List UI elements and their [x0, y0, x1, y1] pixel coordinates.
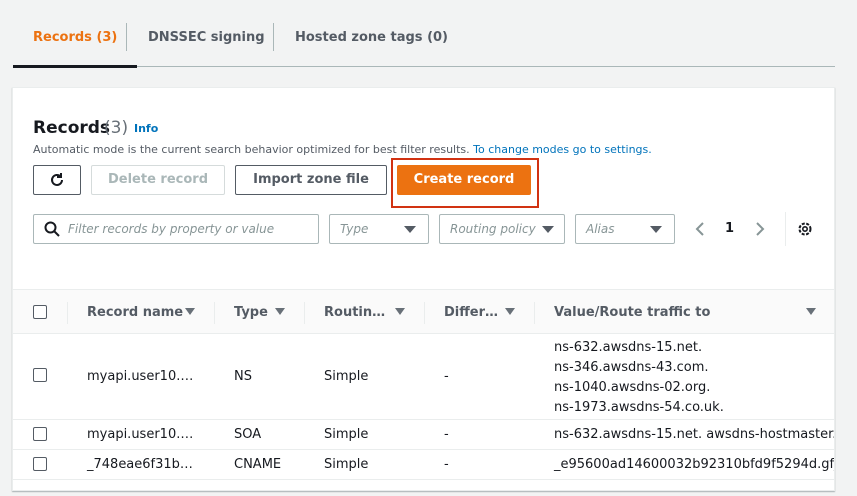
sort-icon[interactable]: [806, 308, 816, 315]
table-row[interactable]: myapi.user10.… NS Simple - ns-632.awsdns…: [13, 335, 834, 420]
column-divider: [67, 302, 68, 324]
column-type[interactable]: Type: [234, 305, 268, 320]
tab-dnssec-signing[interactable]: DNSSEC signing: [128, 0, 285, 67]
tab-divider: [126, 23, 127, 51]
table-row[interactable]: _748eae6f31b… CNAME Simple - _e95600ad14…: [13, 450, 835, 480]
records-count: (3): [104, 118, 129, 138]
row-checkbox[interactable]: [33, 457, 47, 471]
alias-select[interactable]: Alias: [575, 214, 675, 244]
caret-down-icon: [650, 226, 662, 233]
record-value: ns-632.awsdns-15.net. awsdns-hostmaster.…: [554, 427, 835, 442]
tab-tags-label: Hosted zone tags (0): [295, 30, 448, 45]
record-value: _e95600ad14600032b92310bfd9f5294d.gfj: [554, 457, 835, 472]
record-value: ns-1040.awsdns-02.org.: [554, 380, 711, 395]
record-type: CNAME: [234, 457, 282, 472]
record-name: myapi.user10.…: [87, 427, 194, 442]
column-divider: [424, 302, 425, 324]
chevron-right-icon[interactable]: [753, 221, 767, 237]
column-divider: [304, 302, 305, 324]
type-placeholder: Type: [340, 222, 369, 236]
caret-down-icon: [542, 226, 554, 233]
settings-link[interactable]: To change modes go to settings.: [473, 143, 652, 156]
record-values: ns-632.awsdns-15.net. ns-346.awsdns-43.c…: [554, 338, 724, 418]
record-name: _748eae6f31b…: [87, 457, 193, 472]
import-zone-file-button[interactable]: Import zone file: [235, 165, 387, 195]
row-checkbox[interactable]: [33, 427, 47, 441]
table-header: Record name Type Routin… Differ… Value/R…: [13, 289, 834, 334]
refresh-button[interactable]: [33, 165, 81, 195]
refresh-icon: [51, 173, 63, 186]
sort-icon[interactable]: [275, 308, 285, 315]
routing-policy-select[interactable]: Routing policy: [439, 214, 565, 244]
record-type: SOA: [234, 427, 262, 442]
record-name: myapi.user10.…: [87, 369, 194, 384]
sort-icon[interactable]: [395, 308, 405, 315]
type-select[interactable]: Type: [329, 214, 429, 244]
record-differentiator: -: [444, 427, 449, 442]
record-value: ns-632.awsdns-15.net.: [554, 340, 703, 355]
search-mode-description: Automatic mode is the current search beh…: [33, 143, 652, 156]
chevron-left-icon[interactable]: [693, 221, 707, 237]
highlight-box: [391, 158, 539, 208]
alias-placeholder: Alias: [586, 222, 615, 236]
tab-dnssec-label: DNSSEC signing: [148, 30, 265, 45]
column-divider: [214, 302, 215, 324]
tab-bar: Records (3) DNSSEC signing Hosted zone t…: [13, 0, 835, 68]
search-icon: [44, 221, 60, 237]
routing-placeholder: Routing policy: [450, 222, 536, 236]
tab-divider: [273, 23, 274, 51]
record-value: ns-346.awsdns-43.com.: [554, 360, 709, 375]
sort-icon[interactable]: [505, 308, 515, 315]
column-routing-policy[interactable]: Routin…: [324, 305, 385, 320]
record-routing: Simple: [324, 457, 369, 472]
gear-icon[interactable]: [796, 220, 814, 238]
record-routing: Simple: [324, 369, 369, 384]
record-value: ns-1973.awsdns-54.co.uk.: [554, 400, 724, 415]
table-row[interactable]: myapi.user10.… SOA Simple - ns-632.awsdn…: [13, 420, 835, 450]
caret-down-icon: [404, 226, 416, 233]
column-value-route[interactable]: Value/Route traffic to: [554, 305, 710, 320]
delete-record-button[interactable]: Delete record: [91, 165, 225, 195]
pager-divider: [785, 212, 786, 246]
record-differentiator: -: [444, 457, 449, 472]
current-page[interactable]: 1: [725, 221, 734, 236]
records-panel: Records (3) Info Automatic mode is the c…: [12, 87, 835, 491]
tab-records-label: Records (3): [33, 30, 118, 45]
record-type: NS: [234, 369, 252, 384]
sort-icon[interactable]: [185, 308, 195, 315]
search-input[interactable]: Filter records by property or value: [33, 214, 319, 244]
record-routing: Simple: [324, 427, 369, 442]
row-checkbox[interactable]: [33, 368, 47, 382]
column-record-name[interactable]: Record name: [87, 305, 183, 320]
column-differentiator[interactable]: Differ…: [444, 305, 498, 320]
info-link[interactable]: Info: [134, 122, 158, 135]
description-text: Automatic mode is the current search beh…: [33, 143, 470, 156]
page-title: Records: [33, 118, 111, 138]
search-placeholder: Filter records by property or value: [68, 222, 275, 236]
column-divider: [534, 302, 535, 324]
tab-records[interactable]: Records (3): [13, 0, 138, 68]
select-all-checkbox[interactable]: [33, 305, 47, 319]
tab-hosted-zone-tags[interactable]: Hosted zone tags (0): [275, 0, 468, 67]
record-differentiator: -: [444, 369, 449, 384]
